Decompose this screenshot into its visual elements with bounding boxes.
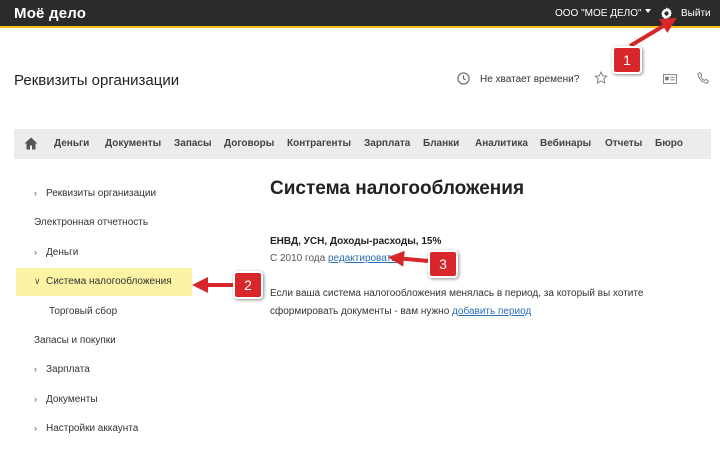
- sidebar-item-tax-system[interactable]: ∨ Система налогообложения: [34, 276, 172, 287]
- main-nav: Деньги Документы Запасы Договоры Контраг…: [14, 129, 711, 159]
- nav-item-bureau[interactable]: Бюро: [655, 138, 683, 149]
- logout-link[interactable]: Выйти: [681, 8, 711, 19]
- star-icon[interactable]: [594, 71, 608, 85]
- clock-icon[interactable]: [457, 72, 470, 85]
- nav-item-stock[interactable]: Запасы: [174, 138, 212, 149]
- content-title: Система налогообложения: [270, 178, 525, 199]
- info-paragraph-line1: Если ваша система налогообложения меняла…: [270, 288, 644, 299]
- organization-selector[interactable]: ООО "МОЕ ДЕЛО": [555, 8, 642, 19]
- tax-since-line: С 2010 года редактировать: [270, 253, 397, 264]
- phone-icon[interactable]: [697, 71, 710, 85]
- nav-item-salary[interactable]: Зарплата: [364, 138, 410, 149]
- nav-item-webinars[interactable]: Вебинары: [540, 138, 591, 149]
- annotation-badge-2: 2: [233, 271, 263, 299]
- chevron-down-icon[interactable]: [645, 9, 651, 13]
- gear-icon[interactable]: [660, 7, 673, 20]
- nav-item-forms[interactable]: Бланки: [423, 138, 459, 149]
- annotation-badge-1: 1: [612, 46, 642, 74]
- nav-item-documents[interactable]: Документы: [105, 138, 161, 149]
- arrow-3: [388, 250, 429, 267]
- id-card-icon[interactable]: [663, 74, 677, 84]
- home-icon[interactable]: [24, 137, 38, 150]
- sidebar-item-trade-fee[interactable]: Торговый сбор: [49, 306, 117, 317]
- nav-item-contracts[interactable]: Договоры: [224, 138, 274, 149]
- chevron-right-icon: ›: [34, 188, 37, 198]
- sidebar-item-account-settings[interactable]: › Настройки аккаунта: [34, 423, 138, 434]
- tax-summary: ЕНВД, УСН, Доходы-расходы, 15%: [270, 236, 442, 247]
- no-time-link[interactable]: Не хватает времени?: [480, 74, 579, 85]
- chevron-right-icon: ›: [34, 394, 37, 404]
- chevron-right-icon: ›: [34, 423, 37, 433]
- annotation-badge-3: 3: [428, 250, 458, 278]
- sidebar-item-requisites[interactable]: › Реквизиты организации: [34, 188, 156, 199]
- chevron-down-icon: ∨: [34, 276, 41, 286]
- chevron-right-icon: ›: [34, 247, 37, 257]
- edit-link[interactable]: редактировать: [328, 253, 396, 264]
- sidebar-item-money[interactable]: › Деньги: [34, 247, 78, 258]
- add-period-link[interactable]: добавить период: [452, 306, 531, 317]
- sidebar-item-salary[interactable]: › Зарплата: [34, 364, 90, 375]
- nav-item-money[interactable]: Деньги: [54, 138, 89, 149]
- sidebar-item-stock-purchases[interactable]: Запасы и покупки: [34, 335, 116, 346]
- nav-item-reports[interactable]: Отчеты: [605, 138, 642, 149]
- page-title: Реквизиты организации: [14, 72, 180, 89]
- chevron-right-icon: ›: [34, 364, 37, 374]
- nav-item-analytics[interactable]: Аналитика: [475, 138, 528, 149]
- nav-item-contractors[interactable]: Контрагенты: [287, 138, 351, 149]
- info-paragraph-line2: сформировать документы - вам нужно добав…: [270, 306, 532, 317]
- sidebar-item-e-reporting[interactable]: Электронная отчетность: [34, 217, 148, 228]
- app-logo[interactable]: Моё дело: [14, 5, 86, 22]
- top-bar: Моё дело ООО "МОЕ ДЕЛО" Выйти: [0, 0, 720, 28]
- sidebar-item-documents[interactable]: › Документы: [34, 394, 98, 405]
